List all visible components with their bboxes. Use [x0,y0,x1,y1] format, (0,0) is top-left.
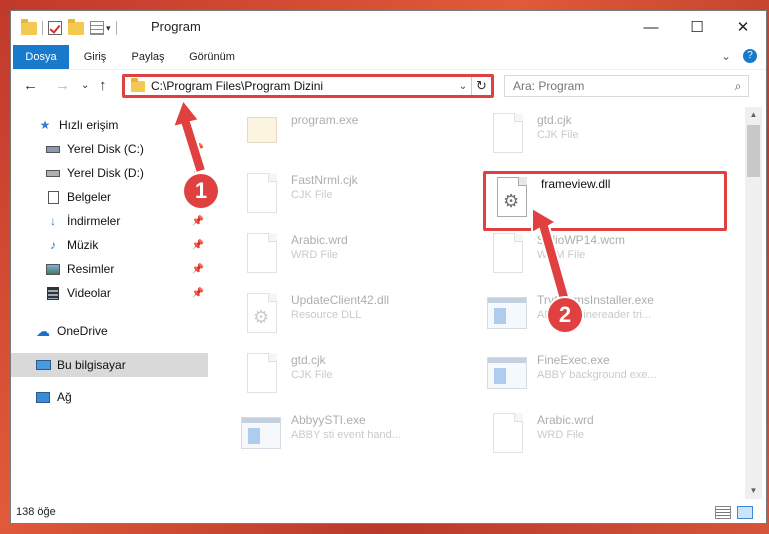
arrow-two [531,206,572,305]
callout-two: 2 [548,298,582,332]
annotation-arrows [171,97,572,305]
callout-one: 1 [184,174,218,208]
arrow-one [171,97,208,175]
